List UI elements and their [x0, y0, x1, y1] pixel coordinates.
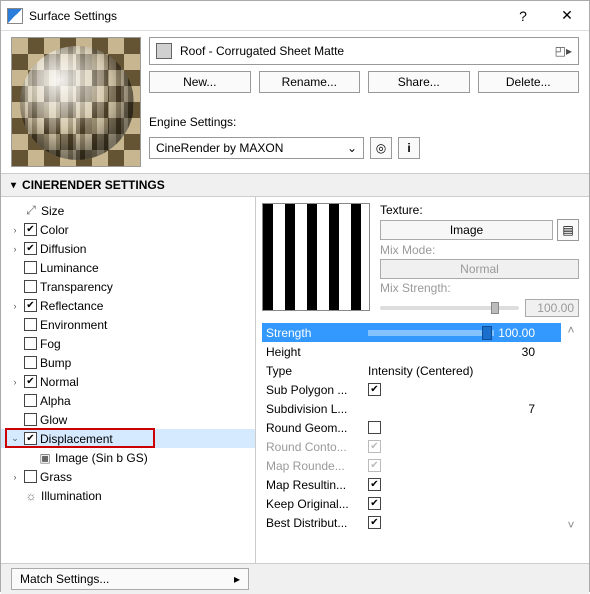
- checkbox-fog[interactable]: [24, 337, 37, 350]
- checkbox-subpoly[interactable]: [368, 383, 381, 396]
- prop-roundcont: Round Conto...: [262, 437, 561, 456]
- scroll-down-icon[interactable]: ˅: [567, 518, 574, 532]
- engine-info-button[interactable]: i: [398, 137, 420, 159]
- checkbox-normal[interactable]: [24, 375, 37, 388]
- tree-displacement-image[interactable]: ▣Image (Sin b GS): [1, 448, 255, 467]
- tree-diffusion[interactable]: ›Diffusion: [1, 239, 255, 258]
- prop-keeporig[interactable]: Keep Original...: [262, 494, 561, 513]
- scroll-up-icon[interactable]: ˄: [567, 323, 574, 337]
- checkbox-luminance[interactable]: [24, 261, 37, 274]
- tree-reflectance[interactable]: ›Reflectance: [1, 296, 255, 315]
- image-icon: ▣: [38, 451, 52, 465]
- tree-illumination[interactable]: ☼Illumination: [1, 486, 255, 505]
- prop-type[interactable]: Type Intensity (Centered): [262, 361, 561, 380]
- tree-size[interactable]: ⤢Size: [1, 201, 255, 220]
- checkbox-mapround: [368, 459, 381, 472]
- checkbox-color[interactable]: [24, 223, 37, 236]
- mixstrength-value: 100.00: [525, 299, 579, 317]
- help-button[interactable]: ?: [501, 1, 545, 31]
- checkbox-roundcont: [368, 440, 381, 453]
- cinerender-section-header[interactable]: ▾ CINERENDER SETTINGS: [1, 173, 589, 197]
- prop-height[interactable]: Height 30: [262, 342, 561, 361]
- prop-strength[interactable]: Strength 100.00: [262, 323, 561, 342]
- channel-tree[interactable]: ⤢Size ›Color ›Diffusion Luminance Transp…: [1, 197, 256, 563]
- checkbox-bestdist[interactable]: [368, 516, 381, 529]
- tree-color[interactable]: ›Color: [1, 220, 255, 239]
- checkbox-bump[interactable]: [24, 356, 37, 369]
- prop-subpoly[interactable]: Sub Polygon ...: [262, 380, 561, 399]
- rename-button[interactable]: Rename...: [259, 71, 361, 93]
- match-settings-button[interactable]: Match Settings... ▸: [11, 568, 249, 590]
- tree-environment[interactable]: Environment: [1, 315, 255, 334]
- checkbox-keeporig[interactable]: [368, 497, 381, 510]
- illumination-icon: ☼: [24, 489, 38, 503]
- chevron-down-icon: ⌄: [347, 141, 357, 155]
- engine-dropdown[interactable]: CineRender by MAXON ⌄: [149, 137, 364, 159]
- texture-preview[interactable]: [262, 203, 370, 311]
- checkbox-roundgeom[interactable]: [368, 421, 381, 434]
- tree-glow[interactable]: Glow: [1, 410, 255, 429]
- checkbox-grass[interactable]: [24, 470, 37, 483]
- window-title: Surface Settings: [29, 9, 501, 23]
- texture-type-button[interactable]: Image: [380, 220, 553, 240]
- prop-roundgeom[interactable]: Round Geom...: [262, 418, 561, 437]
- engine-target-button[interactable]: ◎: [370, 137, 392, 159]
- panel-scrollbar[interactable]: ˄ ˅: [563, 323, 579, 532]
- app-logo: [7, 8, 23, 24]
- checkbox-mapresult[interactable]: [368, 478, 381, 491]
- chevron-right-icon: ▸: [234, 572, 240, 586]
- close-button[interactable]: ✕: [545, 1, 589, 31]
- mixstrength-slider: [380, 306, 519, 310]
- checkbox-reflectance[interactable]: [24, 299, 37, 312]
- checkbox-displacement[interactable]: [24, 432, 37, 445]
- mixmode-button: Normal: [380, 259, 579, 279]
- tree-alpha[interactable]: Alpha: [1, 391, 255, 410]
- texture-label: Texture:: [380, 203, 579, 217]
- material-name-text: Roof - Corrugated Sheet Matte: [180, 44, 344, 58]
- material-settings-icon[interactable]: ◰▸: [555, 44, 572, 58]
- share-button[interactable]: Share...: [368, 71, 470, 93]
- tree-normal[interactable]: ›Normal: [1, 372, 255, 391]
- checkbox-alpha[interactable]: [24, 394, 37, 407]
- tree-luminance[interactable]: Luminance: [1, 258, 255, 277]
- new-button[interactable]: New...: [149, 71, 251, 93]
- properties-panel: Texture: Image ▤ Mix Mode: Normal Mix St…: [256, 197, 589, 563]
- tree-transparency[interactable]: Transparency: [1, 277, 255, 296]
- tree-fog[interactable]: Fog: [1, 334, 255, 353]
- material-preview: [11, 37, 141, 167]
- checkbox-environment[interactable]: [24, 318, 37, 331]
- tree-bump[interactable]: Bump: [1, 353, 255, 372]
- texture-browse-button[interactable]: ▤: [557, 219, 579, 241]
- mixmode-label: Mix Mode:: [380, 243, 579, 257]
- prop-mapround: Map Rounde...: [262, 456, 561, 475]
- tree-grass[interactable]: ›Grass: [1, 467, 255, 486]
- engine-value: CineRender by MAXON: [156, 141, 283, 155]
- engine-label: Engine Settings:: [149, 115, 579, 129]
- tree-displacement[interactable]: ⌄Displacement: [1, 429, 255, 448]
- checkbox-transparency[interactable]: [24, 280, 37, 293]
- checkbox-diffusion[interactable]: [24, 242, 37, 255]
- material-swatch-icon: [156, 43, 172, 59]
- mixstrength-label: Mix Strength:: [380, 281, 579, 295]
- collapse-icon: ▾: [11, 180, 16, 191]
- prop-mapresult[interactable]: Map Resultin...: [262, 475, 561, 494]
- prop-bestdist[interactable]: Best Distribut...: [262, 513, 561, 532]
- prop-subdiv[interactable]: Subdivision L... 7: [262, 399, 561, 418]
- checkbox-glow[interactable]: [24, 413, 37, 426]
- material-name-field[interactable]: Roof - Corrugated Sheet Matte ◰▸: [149, 37, 579, 65]
- delete-button[interactable]: Delete...: [478, 71, 580, 93]
